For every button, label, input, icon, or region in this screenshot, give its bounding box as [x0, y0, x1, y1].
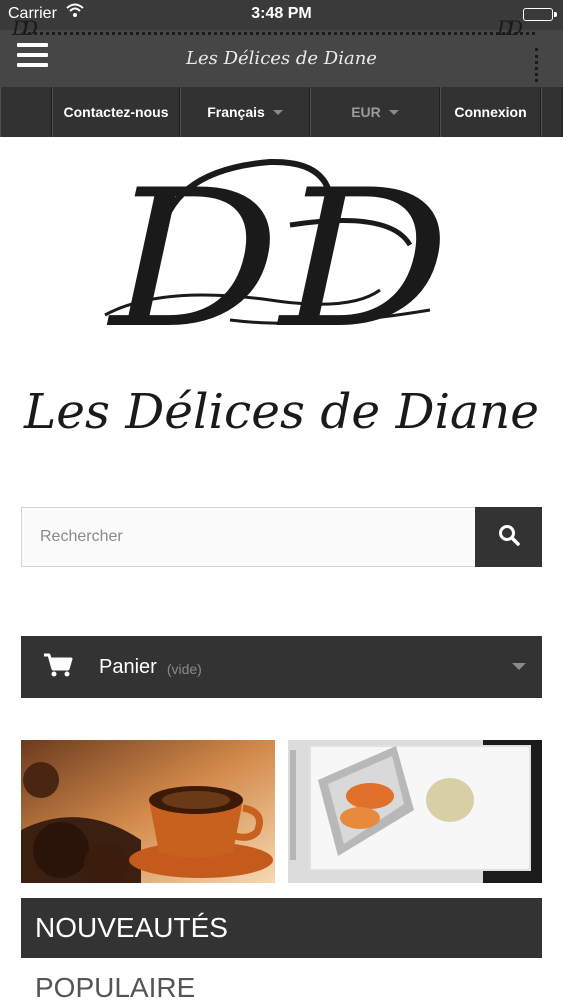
- contact-link-label: Contactez-nous: [63, 104, 169, 120]
- banner-dish[interactable]: [288, 740, 542, 883]
- top-nav: Contactez-nous Français EUR Connexion: [0, 87, 563, 137]
- top-nav-spacer: [541, 87, 563, 137]
- header-title: Les Délices de Diane: [186, 48, 377, 69]
- logo-monogram: DD: [107, 150, 450, 370]
- tab-populaire[interactable]: POPULAIRE: [35, 968, 195, 1008]
- login-link-label: Connexion: [454, 104, 527, 120]
- tab-nouveautes[interactable]: NOUVEAUTÉS: [21, 898, 542, 958]
- search-input[interactable]: [21, 507, 475, 567]
- search-icon: [498, 524, 520, 551]
- status-bar: Carrier 3:48 PM: [0, 0, 563, 30]
- login-link[interactable]: Connexion: [440, 87, 541, 137]
- app-header: DD DD Les Délices de Diane: [0, 16, 563, 87]
- chevron-down-icon: [272, 109, 283, 115]
- banner-coffee[interactable]: [21, 740, 275, 883]
- top-nav-spacer: [0, 87, 52, 137]
- header-monogram-left: DD: [12, 16, 38, 40]
- cart-status: (vide): [166, 660, 202, 677]
- chevron-down-icon: [388, 109, 399, 115]
- currency-selector[interactable]: EUR: [310, 87, 440, 137]
- language-label: Français: [207, 104, 265, 120]
- battery-icon: [523, 8, 557, 21]
- shop-logo[interactable]: DD Les Délices de Diane: [20, 149, 545, 450]
- cart-icon: [43, 652, 73, 683]
- currency-label: EUR: [351, 104, 381, 120]
- cart-label: Panier: [99, 655, 157, 678]
- contact-link[interactable]: Contactez-nous: [52, 87, 180, 137]
- chevron-down-icon: [512, 663, 526, 670]
- language-selector[interactable]: Français: [180, 87, 310, 137]
- search-bar: [21, 507, 542, 567]
- search-button[interactable]: [475, 507, 542, 567]
- logo-name: Les Délices de Diane: [23, 384, 539, 440]
- cart-button[interactable]: Panier (vide): [21, 636, 542, 698]
- header-monogram-right: DD: [497, 16, 523, 40]
- header-dotted-border: [28, 32, 535, 35]
- status-time: 3:48 PM: [251, 5, 312, 22]
